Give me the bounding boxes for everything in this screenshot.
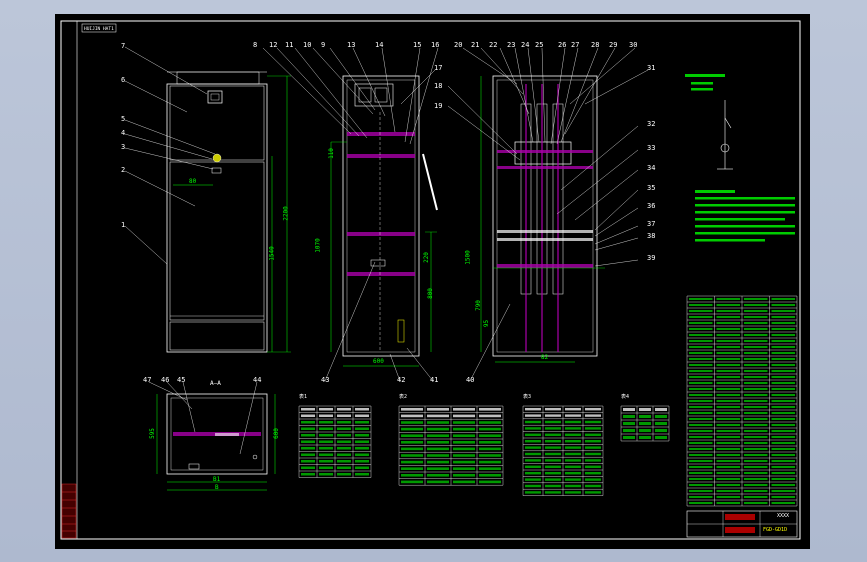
drawing-sheet: HUIJIN HAT1 7 6 5 4 3 2 1 8 12 11 10 9 1… xyxy=(55,14,810,549)
cad-viewport-background: HUIJIN HAT1 7 6 5 4 3 2 1 8 12 11 10 9 1… xyxy=(0,0,867,562)
part-number-39: 39 xyxy=(647,254,656,262)
part-number-21: 21 xyxy=(471,41,480,49)
dimension-1540: 1540 xyxy=(268,246,276,261)
part-number-7: 7 xyxy=(121,42,126,50)
part-number-13: 13 xyxy=(347,41,356,49)
part-number-3: 3 xyxy=(121,143,126,151)
part-number-27: 27 xyxy=(571,41,580,49)
part-number-28: 28 xyxy=(591,41,600,49)
part-number-31: 31 xyxy=(647,64,656,72)
plan-dimension-b1: B1 xyxy=(213,476,221,483)
part-number-17: 17 xyxy=(434,64,443,72)
technical-notes xyxy=(695,190,795,242)
part-number-47: 47 xyxy=(143,376,152,384)
part-number-22: 22 xyxy=(489,41,498,49)
plan-dimension-b: B xyxy=(215,484,219,491)
table-2 xyxy=(398,405,504,486)
title-block-label: XXXX xyxy=(777,513,790,519)
part-number-16: 16 xyxy=(431,41,440,49)
table-4-title: 表4 xyxy=(621,394,630,400)
dimension-110: 110 xyxy=(327,148,335,159)
part-number-37: 37 xyxy=(647,220,656,228)
dimension-800: 800 xyxy=(426,288,434,299)
part-number-41: 41 xyxy=(430,376,439,384)
part-number-23: 23 xyxy=(507,41,516,49)
dimension-2200: 2200 xyxy=(282,206,290,221)
part-number-14: 14 xyxy=(375,41,384,49)
part-number-6: 6 xyxy=(121,76,126,84)
part-number-46: 46 xyxy=(161,376,170,384)
dimension-790: 790 xyxy=(474,300,482,311)
part-number-25: 25 xyxy=(535,41,544,49)
table-3-title: 表3 xyxy=(523,394,532,400)
part-number-15: 15 xyxy=(413,41,422,49)
dimension-1500: 1500 xyxy=(464,250,472,265)
part-number-18: 18 xyxy=(434,82,443,90)
part-number-38: 38 xyxy=(647,232,656,240)
part-number-8: 8 xyxy=(253,41,258,49)
dimension-220: 220 xyxy=(422,252,430,263)
section-label-a-a: A—A xyxy=(210,380,221,387)
part-number-40: 40 xyxy=(466,376,475,384)
rear-view xyxy=(447,47,649,382)
dimension-600: 600 xyxy=(373,358,384,365)
part-number-10: 10 xyxy=(303,41,312,49)
part-number-5: 5 xyxy=(121,115,126,123)
plan-dimension-595: 595 xyxy=(148,428,156,439)
plan-dimension-600: 600 xyxy=(272,428,280,439)
part-number-1: 1 xyxy=(121,221,126,229)
plan-view xyxy=(148,381,276,491)
part-number-35: 35 xyxy=(647,184,656,192)
part-number-29: 29 xyxy=(609,41,618,49)
part-number-20: 20 xyxy=(454,41,463,49)
dimension-82: 82 xyxy=(541,354,549,361)
part-number-12: 12 xyxy=(269,41,278,49)
front-elevation xyxy=(124,46,291,353)
dimension-1070: 1070 xyxy=(314,238,322,253)
revision-strip xyxy=(61,483,77,539)
part-number-33: 33 xyxy=(647,144,656,152)
part-number-9: 9 xyxy=(321,41,326,49)
part-number-11: 11 xyxy=(285,41,294,49)
part-number-43: 43 xyxy=(321,376,330,384)
part-number-2: 2 xyxy=(121,166,126,174)
cabinet-drawing: HUIJIN HAT1 xyxy=(60,20,801,540)
table-1-title: 表1 xyxy=(299,394,308,400)
parts-list xyxy=(686,295,798,507)
table-2-title: 表2 xyxy=(399,394,408,400)
title-tag: HUIJIN HAT1 xyxy=(84,26,114,32)
part-number-34: 34 xyxy=(647,164,656,172)
table-3 xyxy=(522,405,604,496)
title-block-code: FGD-GD1D xyxy=(763,527,788,533)
part-number-32: 32 xyxy=(647,120,656,128)
part-number-4: 4 xyxy=(121,129,126,137)
part-number-44: 44 xyxy=(253,376,262,384)
single-line-diagram xyxy=(685,74,733,170)
part-number-24: 24 xyxy=(521,41,530,49)
part-number-36: 36 xyxy=(647,202,656,210)
part-number-26: 26 xyxy=(558,41,567,49)
dimension-80: 80 xyxy=(189,178,197,185)
part-number-30: 30 xyxy=(629,41,638,49)
part-number-42: 42 xyxy=(397,376,406,384)
table-1 xyxy=(298,405,372,478)
part-number-45: 45 xyxy=(177,376,186,384)
part-number-19: 19 xyxy=(434,102,443,110)
table-4 xyxy=(620,405,670,442)
dimension-95: 95 xyxy=(483,319,491,328)
